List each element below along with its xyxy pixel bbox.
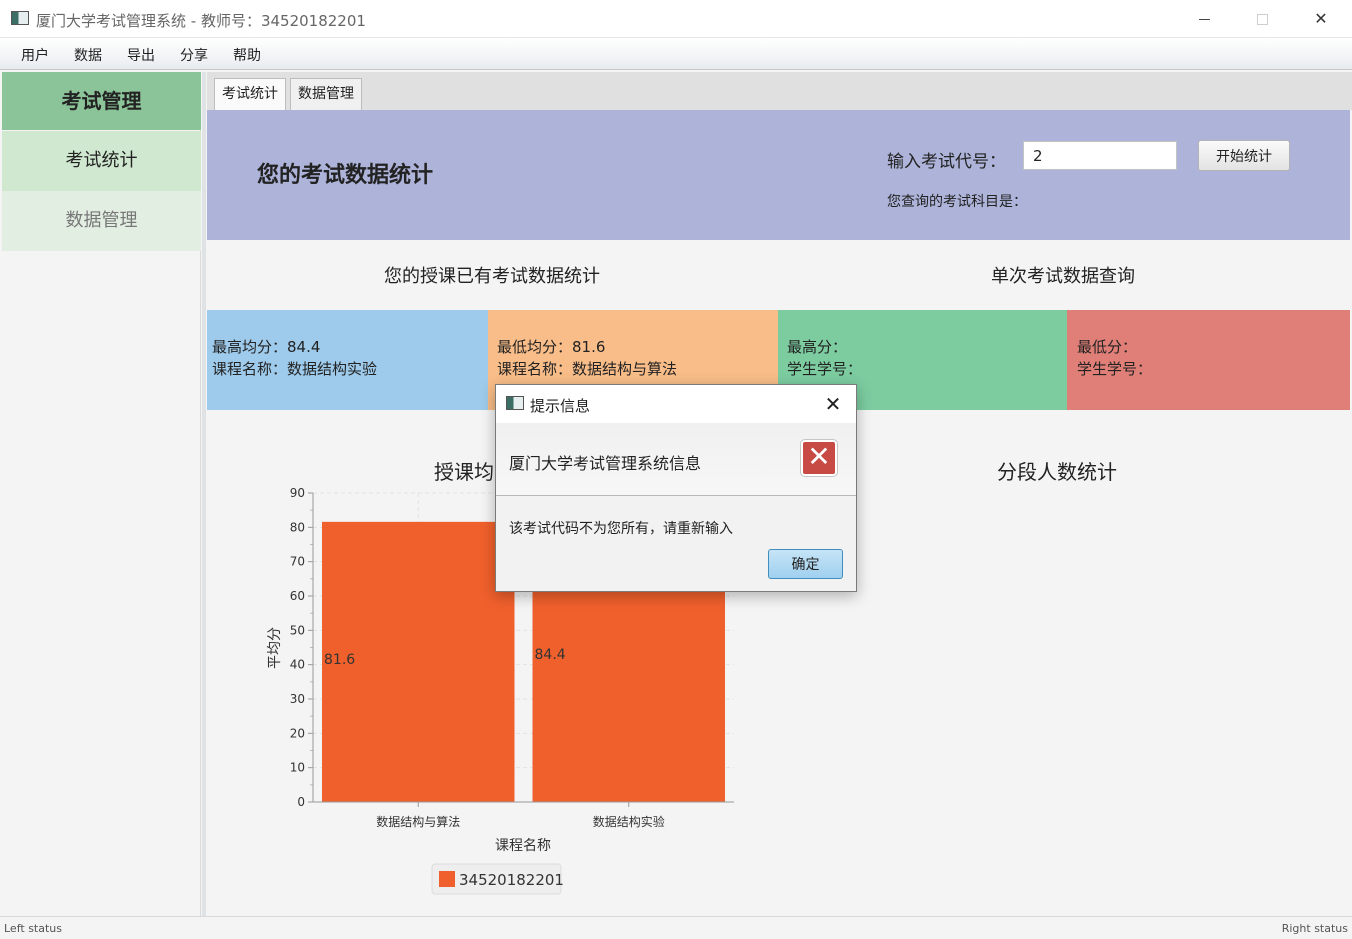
menu-data[interactable]: 数据 [74,45,102,65]
exam-subject-label: 您查询的考试科目是： [887,194,1027,210]
tab-exam-stats[interactable]: 考试统计 [214,78,286,110]
ok-button[interactable]: 确定 [768,549,843,579]
card-line: 学生学号： [1077,360,1153,378]
info-dialog: 提示信息 ✕ 厦门大学考试管理系统信息 ✕ 该考试代码不为您所有，请重新输入 确… [495,384,857,592]
y-tick-label: 90 [290,486,305,500]
dialog-message: 该考试代码不为您所有，请重新输入 [509,521,733,537]
minimize-icon [1198,19,1210,20]
maximize-icon [1256,14,1268,25]
section-title-course-stats: 您的授课已有考试数据统计 [384,266,600,287]
y-tick-label: 20 [290,726,305,740]
minimize-button[interactable] [1175,0,1233,38]
exam-code-input[interactable] [1023,141,1177,170]
y-tick-label: 50 [290,623,305,637]
card-line: 最低分： [1077,338,1138,356]
app-window-icon [11,11,29,25]
window-title: 厦门大学考试管理系统 - 教师号：34520182201 [36,12,366,30]
section-title-single-exam: 单次考试数据查询 [991,266,1135,287]
dialog-title-bar: 提示信息 ✕ [496,385,856,423]
stat-card-lowest-score: 最低分： 学生学号： [1067,310,1350,410]
sidebar-item-data-management[interactable]: 数据管理 [2,191,201,251]
card-line: 最高均分：84.4 [212,338,321,356]
stats-header-panel: 您的考试数据统计 输入考试代号： 开始统计 您查询的考试科目是： [207,110,1350,240]
y-axis-label: 平均分 [267,627,283,669]
sidebar-item-exam-stats[interactable]: 考试统计 [2,131,201,191]
dialog-title: 提示信息 [530,397,591,415]
close-window-button[interactable]: ✕ [1292,0,1350,38]
card-line: 学生学号： [787,360,863,378]
dialog-header-text: 厦门大学考试管理系统信息 [509,454,702,473]
tab-strip: 考试统计 数据管理 [207,72,1352,110]
start-stats-button[interactable]: 开始统计 [1198,140,1290,171]
exam-code-label: 输入考试代号： [887,152,1006,172]
card-line: 最低均分：81.6 [497,338,606,356]
dialog-header: 厦门大学考试管理系统信息 ✕ [496,423,856,496]
dialog-close-icon[interactable]: ✕ [818,391,848,417]
chart-title-score-distribution: 分段人数统计 [997,460,1117,484]
y-tick-label: 0 [297,795,305,809]
card-line: 最高分： [787,338,848,356]
y-tick-label: 10 [290,761,305,775]
split-divider[interactable] [202,72,206,916]
sidebar-header: 考试管理 [2,72,201,130]
stat-card-highest-avg: 最高均分：84.4 课程名称：数据结构实验 [207,310,488,410]
card-line: 课程名称：数据结构实验 [212,360,378,378]
tab-data-management[interactable]: 数据管理 [290,78,362,110]
menu-user[interactable]: 用户 [21,45,49,65]
x-tick-label: 数据结构与算法 [376,814,460,829]
error-x-icon: ✕ [801,440,837,476]
dialog-window-icon [506,396,524,410]
status-left: Left status [4,922,62,935]
legend-label: 34520182201 [459,871,564,889]
y-tick-label: 30 [290,692,305,706]
y-tick-label: 40 [290,658,305,672]
maximize-button[interactable] [1233,0,1291,38]
menu-bar: 用户 数据 导出 分享 帮助 [0,38,1352,70]
menu-help[interactable]: 帮助 [233,45,261,65]
y-tick-label: 60 [290,589,305,603]
title-bar: 厦门大学考试管理系统 - 教师号：34520182201 ✕ [0,0,1352,38]
page-title: 您的考试数据统计 [257,163,434,188]
y-tick-label: 80 [290,520,305,534]
menu-share[interactable]: 分享 [180,45,208,65]
menu-export[interactable]: 导出 [127,45,155,65]
status-right: Right status [1281,922,1348,935]
bar-value-label: 84.4 [535,647,566,663]
sidebar: 考试管理 考试统计 数据管理 [2,72,201,916]
x-axis-label: 课程名称 [495,838,551,854]
legend-swatch [439,871,455,887]
y-tick-label: 70 [290,555,305,569]
status-bar: Left status Right status [0,916,1352,939]
bar-value-label: 81.6 [324,652,355,668]
card-line: 课程名称：数据结构与算法 [497,360,678,378]
x-tick-label: 数据结构实验 [593,814,665,829]
